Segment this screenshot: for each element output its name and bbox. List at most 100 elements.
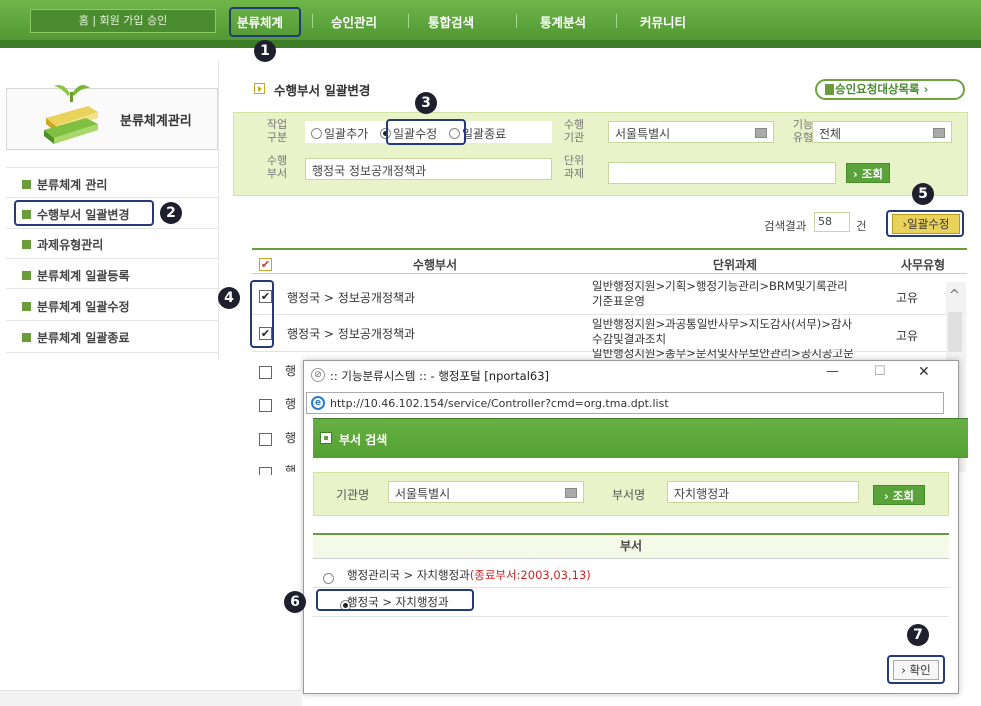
sidebar-item-bulk-register[interactable]: 분류체계 일괄등록	[22, 267, 130, 284]
popup-header-bar	[313, 418, 968, 458]
scroll-up-icon[interactable]: ^	[949, 288, 960, 303]
sidebar-item-bulk-edit[interactable]: 분류체계 일괄수정	[22, 298, 130, 315]
sidebar-item-task-type-management[interactable]: 과제유형관리	[22, 236, 103, 253]
work-type-label: 작업 구분	[266, 118, 288, 144]
row-task: 일반행정지원>기획>행정기능관리>BRM및기록관리 기준표운영	[592, 279, 882, 309]
maximize-button[interactable]: ☐	[874, 364, 886, 379]
callout-box-4	[250, 280, 274, 348]
nav-integrated-search[interactable]: 통합검색	[428, 12, 474, 31]
bullet-icon	[22, 271, 31, 280]
callout-number-1: 1	[254, 40, 276, 62]
sidebar-item-label: 과제유형관리	[37, 238, 104, 252]
result-count-label: 검색결과	[764, 219, 807, 233]
popup-title: :: 기능분류시스템 :: - 행정포털 [nportal63]	[330, 369, 550, 383]
approval-list-button[interactable]: 승인요청대상목록 ›	[815, 79, 965, 100]
chevron-right-icon: ›	[919, 82, 929, 96]
result-count: 58	[814, 212, 850, 232]
nav-separator	[516, 14, 517, 28]
row-dept: 행정국 > 정보공개정책과	[287, 291, 416, 305]
row-dept: 행	[285, 364, 297, 378]
callout-box-5	[886, 210, 964, 237]
callout-box-6	[316, 589, 474, 611]
radio-add[interactable]: 일괄추가	[311, 127, 368, 141]
dropdown-arrow-icon	[565, 488, 577, 498]
close-button[interactable]: ✕	[918, 364, 930, 380]
sidebar-divider	[6, 288, 218, 289]
function-value: 전체	[819, 127, 842, 141]
popup-col-header: 부서	[313, 535, 949, 559]
header-marker-icon	[320, 432, 332, 444]
home-register-links[interactable]: 홈 | 회원 가입 승인	[30, 9, 216, 33]
row-dept: 행	[285, 431, 297, 445]
callout-box-7	[887, 655, 945, 684]
row-checkbox-5[interactable]	[259, 433, 272, 446]
dept-option-1-text: 행정관리국 > 자치행정과	[347, 568, 470, 582]
col-header-type: 사무유형	[900, 258, 946, 272]
sidebar-item-label: 분류체계 일괄등록	[37, 269, 130, 283]
callout-number-4: 4	[218, 287, 240, 309]
sidebar-divider	[6, 167, 218, 168]
nav-community[interactable]: 커뮤니티	[640, 12, 686, 31]
dept-radio-1[interactable]	[323, 573, 334, 584]
sidebar-divider	[6, 197, 218, 198]
top-navigation-underline	[0, 40, 981, 48]
callout-box-1	[229, 7, 301, 37]
row-dept: 행정국 > 정보공개정책과	[287, 327, 416, 341]
org-select[interactable]: 서울특별시	[388, 481, 584, 503]
col-header-task: 단위과제	[712, 258, 758, 272]
dropdown-arrow-icon	[755, 128, 767, 138]
callout-box-2	[14, 200, 154, 226]
sidebar-item-label: 분류체계 관리	[37, 178, 108, 192]
sidebar-item-label: 분류체계 일괄종료	[37, 331, 130, 345]
dept-option-1[interactable]: 행정관리국 > 자치행정과(종료부서:2003,03,13)	[347, 567, 591, 583]
sidebar-divider	[6, 228, 218, 229]
row-task-line1: 일반행정지원>기획>행정기능관리>BRM및기록관리	[592, 279, 848, 293]
task-input[interactable]	[608, 162, 836, 184]
callout-number-6: 6	[284, 591, 306, 613]
ie-icon: e	[311, 396, 325, 410]
dept-search-input[interactable]: 자치행정과	[667, 481, 859, 503]
row-checkbox-3[interactable]	[259, 366, 272, 379]
title-marker-icon	[254, 83, 265, 94]
agency-value: 서울특별시	[615, 127, 671, 141]
org-value: 서울특별시	[395, 487, 451, 501]
sidebar-item-classification-management[interactable]: 분류체계 관리	[22, 176, 107, 193]
callout-number-5: 5	[912, 183, 934, 205]
search-button-label: 조회	[861, 167, 883, 181]
sidebar-divider	[6, 258, 218, 259]
dept-label: 수행 부서	[266, 154, 288, 180]
bullet-icon	[22, 240, 31, 249]
task-label: 단위 과제	[563, 154, 585, 180]
agency-select[interactable]: 서울특별시	[608, 121, 774, 143]
scrollbar-thumb[interactable]	[948, 312, 962, 352]
popup-search-label: 조회	[892, 489, 914, 503]
search-button[interactable]: › 조회	[846, 163, 890, 183]
sidebar-item-bulk-close[interactable]: 분류체계 일괄종료	[22, 329, 130, 346]
row-task-line2: 수감및결과조치	[592, 332, 667, 346]
bullet-icon	[22, 180, 31, 189]
sidebar-divider	[6, 352, 218, 353]
function-select[interactable]: 전체	[812, 121, 952, 143]
row-type: 고유	[896, 291, 919, 305]
callout-box-3	[386, 119, 466, 145]
bullet-icon	[22, 333, 31, 342]
page-footer	[0, 690, 302, 706]
nav-approval[interactable]: 승인관리	[331, 12, 377, 31]
row-dept: 행	[285, 464, 297, 472]
nav-statistics[interactable]: 통계분석	[540, 12, 586, 31]
minimize-button[interactable]: —	[826, 364, 839, 379]
callout-number-2: 2	[160, 202, 182, 224]
books-icon	[44, 85, 98, 144]
row-checkbox-4[interactable]	[259, 399, 272, 412]
nav-separator	[616, 14, 617, 28]
row-checkbox-6[interactable]	[259, 467, 272, 475]
sidebar-divider	[6, 320, 218, 321]
dept-input[interactable]: 행정국 정보공개정책과	[305, 158, 552, 180]
popup-search-button[interactable]: › 조회	[873, 485, 925, 505]
result-count-unit: 건	[856, 219, 867, 233]
chevron-right-icon: ›	[853, 167, 862, 181]
address-url: http://10.46.102.154/service/Controller?…	[330, 397, 669, 410]
callout-number-7: 7	[907, 624, 929, 646]
dept-search-label: 부서명	[612, 488, 646, 502]
select-all-checkbox[interactable]: ✔	[259, 258, 272, 271]
